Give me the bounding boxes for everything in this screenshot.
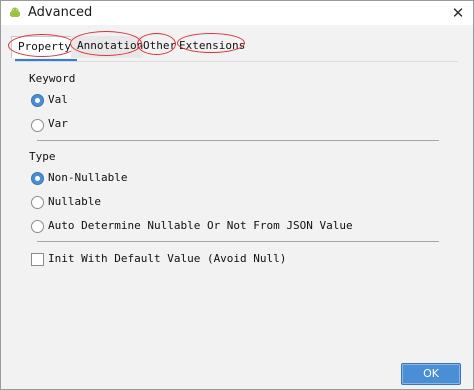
advanced-dialog: Advanced ✕ Property Annotation Other Ext… (0, 0, 474, 390)
init-default-label[interactable]: Init With Default Value (Avoid Null) (48, 252, 286, 265)
type-heading: Type (29, 150, 56, 163)
val-radio[interactable] (31, 94, 44, 107)
tab-annotation[interactable]: Annotation (70, 31, 144, 58)
tab-other[interactable]: Other (137, 33, 177, 58)
auto-determine-radio[interactable] (31, 220, 44, 233)
tab-property[interactable]: Property (8, 34, 76, 58)
non-nullable-label[interactable]: Non-Nullable (48, 171, 127, 184)
window-title: Advanced (28, 5, 93, 20)
keyword-heading: Keyword (29, 72, 76, 85)
tab-property-label: Property (18, 40, 71, 53)
android-icon (10, 7, 20, 17)
section-divider (37, 140, 439, 141)
section-divider (37, 241, 439, 242)
tab-extensions-label: Extensions (179, 39, 246, 52)
non-nullable-radio[interactable] (31, 172, 44, 185)
tab-extensions[interactable]: Extensions (173, 33, 253, 58)
ok-button[interactable]: OK (401, 363, 461, 385)
tab-other-label: Other (143, 39, 177, 52)
nullable-label[interactable]: Nullable (48, 195, 101, 208)
tab-bar: Property Annotation Other Extensions (8, 31, 469, 58)
tab-annotation-label: Annotation (77, 39, 144, 52)
init-default-checkbox[interactable] (31, 253, 44, 266)
var-radio[interactable] (31, 119, 44, 132)
title-bar[interactable]: Advanced ✕ (1, 1, 473, 25)
auto-determine-label[interactable]: Auto Determine Nullable Or Not From JSON… (48, 219, 353, 232)
nullable-radio[interactable] (31, 196, 44, 209)
property-panel: Keyword Val Var Type Non-Nullable Nullab… (15, 61, 458, 362)
close-icon[interactable]: ✕ (449, 4, 467, 22)
dialog-content: Property Annotation Other Extensions Key… (1, 25, 473, 389)
val-label[interactable]: Val (48, 93, 68, 106)
var-label[interactable]: Var (48, 117, 68, 130)
